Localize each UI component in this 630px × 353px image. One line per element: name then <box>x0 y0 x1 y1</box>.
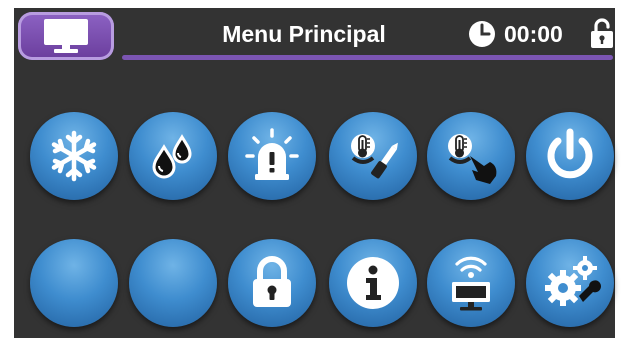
settings-button[interactable] <box>526 239 614 327</box>
unlock-button[interactable] <box>590 17 614 54</box>
clock: 00:00 <box>468 18 563 50</box>
wifi-monitor-icon <box>452 256 490 311</box>
snowflake-icon <box>51 130 97 182</box>
alarms-button[interactable] <box>228 112 316 200</box>
monitor-icon <box>44 19 88 53</box>
blank-button-2[interactable] <box>129 239 217 327</box>
clock-icon <box>469 21 495 47</box>
page-title: Menu Principal <box>222 21 386 47</box>
blank-button-1[interactable] <box>30 239 118 327</box>
title-underline <box>122 55 613 60</box>
clock-time: 00:00 <box>504 20 563 47</box>
thermometer-screwdriver-icon <box>351 134 398 179</box>
security-button[interactable] <box>228 239 316 327</box>
cooling-button[interactable] <box>30 112 118 200</box>
network-button[interactable] <box>427 239 515 327</box>
manual-setpoint-button[interactable] <box>427 112 515 200</box>
water-drops-icon <box>152 134 192 179</box>
unlock-icon <box>591 18 613 48</box>
alarm-light-icon <box>245 128 299 180</box>
humidity-button[interactable] <box>129 112 217 200</box>
padlock-icon <box>253 256 291 307</box>
home-button[interactable] <box>18 12 114 60</box>
power-icon <box>547 128 593 179</box>
info-icon <box>347 257 399 309</box>
settings-gears-icon <box>545 256 601 306</box>
power-button[interactable] <box>526 112 614 200</box>
info-button[interactable] <box>329 239 417 327</box>
thermometer-touch-icon <box>448 134 497 184</box>
calibration-button[interactable] <box>329 112 417 200</box>
hmi-screen: Menu Principal 00:00 <box>14 8 615 338</box>
